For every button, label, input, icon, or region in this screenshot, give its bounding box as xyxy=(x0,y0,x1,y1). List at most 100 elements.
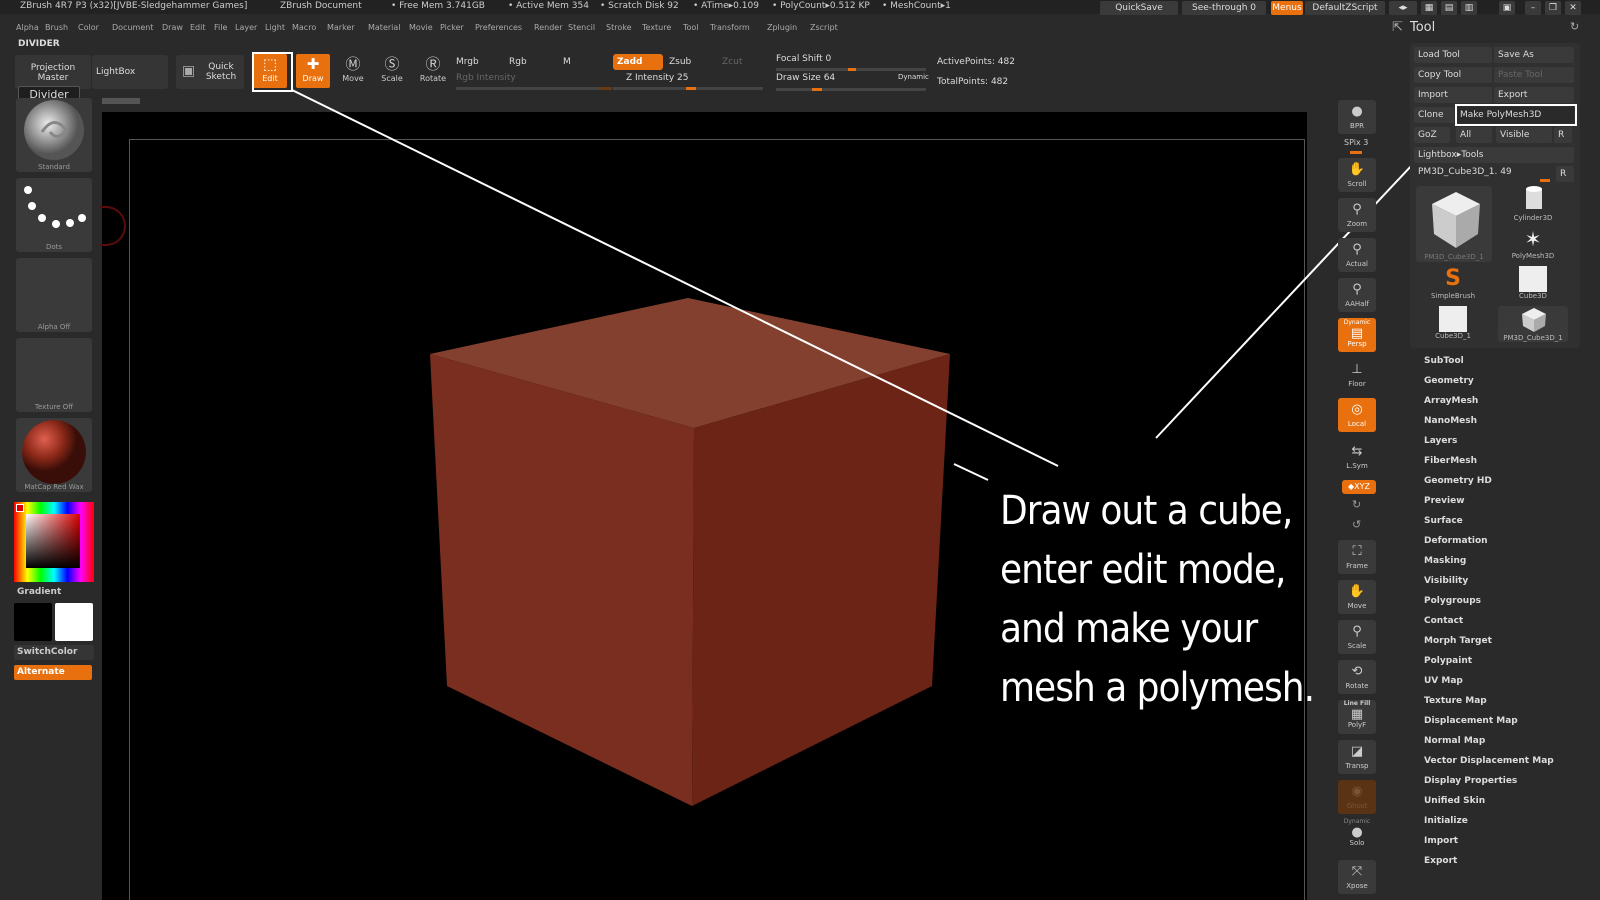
make-polymesh-highlight-box xyxy=(1455,104,1577,126)
subpalette-nanomesh[interactable]: NanoMesh xyxy=(1424,416,1477,426)
bpr-button[interactable]: ● BPR xyxy=(1338,100,1376,134)
annotation-line-3: and make your xyxy=(1000,606,1258,652)
current-tool-slider[interactable]: PM3D_Cube3D_1. 49 xyxy=(1414,164,1554,180)
subpalette-initialize[interactable]: Initialize xyxy=(1424,816,1468,826)
tool-thumb-simplebrush[interactable]: S SimpleBrush xyxy=(1418,266,1488,302)
spix-label[interactable]: SPix 3 xyxy=(1344,138,1368,147)
subpalette-texture-map[interactable]: Texture Map xyxy=(1424,696,1487,706)
visible-button[interactable]: Visible xyxy=(1496,127,1552,143)
export-button[interactable]: Export xyxy=(1494,87,1574,103)
load-tool-button[interactable]: Load Tool xyxy=(1414,47,1492,63)
scroll-button[interactable]: ✋ Scroll xyxy=(1338,158,1376,192)
lightbox-tools-button[interactable]: Lightbox▸Tools xyxy=(1414,147,1574,163)
simplebrush-icon: S xyxy=(1445,266,1461,291)
tool-thumb-polymesh[interactable]: ✶ PolyMesh3D xyxy=(1498,226,1568,262)
local-button[interactable]: ◎ Local xyxy=(1338,398,1376,432)
aahalf-button[interactable]: ⚲ AAHalf xyxy=(1338,278,1376,312)
current-tool-slider-fill xyxy=(1540,179,1550,182)
scale-view-button[interactable]: ⚲ Scale xyxy=(1338,620,1376,654)
cylinder-icon xyxy=(1526,186,1542,209)
ghost-button[interactable]: ◉ Ghost xyxy=(1338,780,1376,814)
subpalette-morph-target[interactable]: Morph Target xyxy=(1424,636,1492,646)
solo-icon: ● xyxy=(1351,825,1363,840)
annotation-line-1: Draw out a cube, xyxy=(1000,488,1293,534)
tool-thumb-pm3d-cube-2[interactable]: PM3D_Cube3D_1 xyxy=(1498,306,1568,342)
persp-button[interactable]: Dynamic ▤ Persp xyxy=(1338,318,1376,352)
subpalette-import[interactable]: Import xyxy=(1424,836,1458,846)
tool-thumb-label-3: SimpleBrush xyxy=(1430,292,1476,300)
move-view-button[interactable]: ✋ Move xyxy=(1338,580,1376,614)
tool-thumb-label-2: PolyMesh3D xyxy=(1511,252,1555,260)
tool-thumb-cube3d[interactable]: Cube3D xyxy=(1498,266,1568,302)
polymesh-star-icon: ✶ xyxy=(1524,227,1542,251)
r-button[interactable]: R xyxy=(1554,127,1572,143)
annotation-line-2: enter edit mode, xyxy=(1000,547,1286,593)
frame-icon: ⛶ xyxy=(1352,544,1362,559)
polyf-button[interactable]: Line Fill ▦ PolyF xyxy=(1338,700,1376,734)
subpalette-geometry[interactable]: Geometry xyxy=(1424,376,1474,386)
subpalette-polygroups[interactable]: Polygroups xyxy=(1424,596,1481,606)
goz-button[interactable]: GoZ xyxy=(1414,127,1450,143)
solo-label: Solo xyxy=(1349,839,1365,847)
subpalette-surface[interactable]: Surface xyxy=(1424,516,1463,526)
import-button[interactable]: Import xyxy=(1414,87,1492,103)
tool-pin-icon[interactable]: ⇱ xyxy=(1392,20,1403,35)
subpalette-preview[interactable]: Preview xyxy=(1424,496,1465,506)
transp-button[interactable]: ◪ Transp xyxy=(1338,740,1376,774)
scroll-label: Scroll xyxy=(1347,180,1367,188)
all-button[interactable]: All xyxy=(1456,127,1492,143)
subpalette-displacement-map[interactable]: Displacement Map xyxy=(1424,716,1518,726)
tool-reset-icon[interactable]: ↻ xyxy=(1570,20,1579,33)
actual-icon: ⚲ xyxy=(1352,242,1362,257)
ghost-label: Ghost xyxy=(1346,802,1368,810)
rotate-view-icon: ⟲ xyxy=(1351,664,1363,679)
subpalette-normal-map[interactable]: Normal Map xyxy=(1424,736,1485,746)
rotate-z-icon[interactable]: ↺ xyxy=(1352,518,1361,531)
tool-palette-title[interactable]: Tool xyxy=(1410,20,1435,35)
subpalette-display-properties[interactable]: Display Properties xyxy=(1424,776,1517,786)
xyz-button[interactable]: ◆XYZ xyxy=(1342,480,1376,494)
zoom-button[interactable]: ⚲ Zoom xyxy=(1338,198,1376,232)
subpalette-export[interactable]: Export xyxy=(1424,856,1457,866)
polyf-label: PolyF xyxy=(1347,721,1367,729)
solo-button[interactable]: Dynamic ● Solo xyxy=(1338,818,1376,852)
cube3d-1-icon xyxy=(1439,306,1467,332)
tool-thumb-label-5: Cube3D_1 xyxy=(1435,332,1471,340)
subpalette-subtool[interactable]: SubTool xyxy=(1424,356,1464,366)
frame-button[interactable]: ⛶ Frame xyxy=(1338,540,1376,574)
actual-button[interactable]: ⚲ Actual xyxy=(1338,238,1376,272)
transp-icon: ◪ xyxy=(1350,744,1364,759)
subpalette-masking[interactable]: Masking xyxy=(1424,556,1466,566)
subpalette-geometry-hd[interactable]: Geometry HD xyxy=(1424,476,1492,486)
subpalette-layers[interactable]: Layers xyxy=(1424,436,1457,446)
subpalette-contact[interactable]: Contact xyxy=(1424,616,1463,626)
xpose-button[interactable]: ⤧ Xpose xyxy=(1338,860,1376,894)
subpalette-arraymesh[interactable]: ArrayMesh xyxy=(1424,396,1478,406)
rotate-view-button[interactable]: ⟲ Rotate xyxy=(1338,660,1376,694)
rotate-view-label: Rotate xyxy=(1345,682,1369,690)
subpalette-deformation[interactable]: Deformation xyxy=(1424,536,1488,546)
tool-thumb-cube3d-1[interactable]: Cube3D_1 xyxy=(1418,306,1488,342)
r2-button[interactable]: R xyxy=(1556,166,1574,182)
subpalette-fibermesh[interactable]: FiberMesh xyxy=(1424,456,1477,466)
tool-thumb-pm3d-cube[interactable]: PM3D_Cube3D_1 xyxy=(1416,186,1492,262)
solo-dynamic-label: Dynamic xyxy=(1343,818,1371,825)
clone-button[interactable]: Clone xyxy=(1414,107,1454,123)
pm3d-cube-small-icon xyxy=(1522,308,1546,332)
save-as-button[interactable]: Save As xyxy=(1494,47,1574,63)
rotate-y-icon[interactable]: ↻ xyxy=(1352,498,1361,511)
persp-icon: ▤ xyxy=(1350,326,1364,341)
subpalette-visibility[interactable]: Visibility xyxy=(1424,576,1468,586)
lsym-button[interactable]: ⇆ L.Sym xyxy=(1338,440,1376,474)
bpr-label: BPR xyxy=(1350,122,1364,130)
subpalette-polypaint[interactable]: Polypaint xyxy=(1424,656,1472,666)
subpalette-unified-skin[interactable]: Unified Skin xyxy=(1424,796,1485,806)
subpalette-vector-displacement-map[interactable]: Vector Displacement Map xyxy=(1424,756,1554,766)
tool-thumb-cylinder[interactable]: Cylinder3D xyxy=(1498,186,1568,222)
zoom-icon: ⚲ xyxy=(1352,202,1362,217)
copy-tool-button[interactable]: Copy Tool xyxy=(1414,67,1492,83)
paste-tool-button[interactable]: Paste Tool xyxy=(1494,67,1574,83)
subpalette-uv-map[interactable]: UV Map xyxy=(1424,676,1463,686)
floor-button[interactable]: ⊥ Floor xyxy=(1338,358,1376,392)
zoom-label: Zoom xyxy=(1346,220,1368,228)
